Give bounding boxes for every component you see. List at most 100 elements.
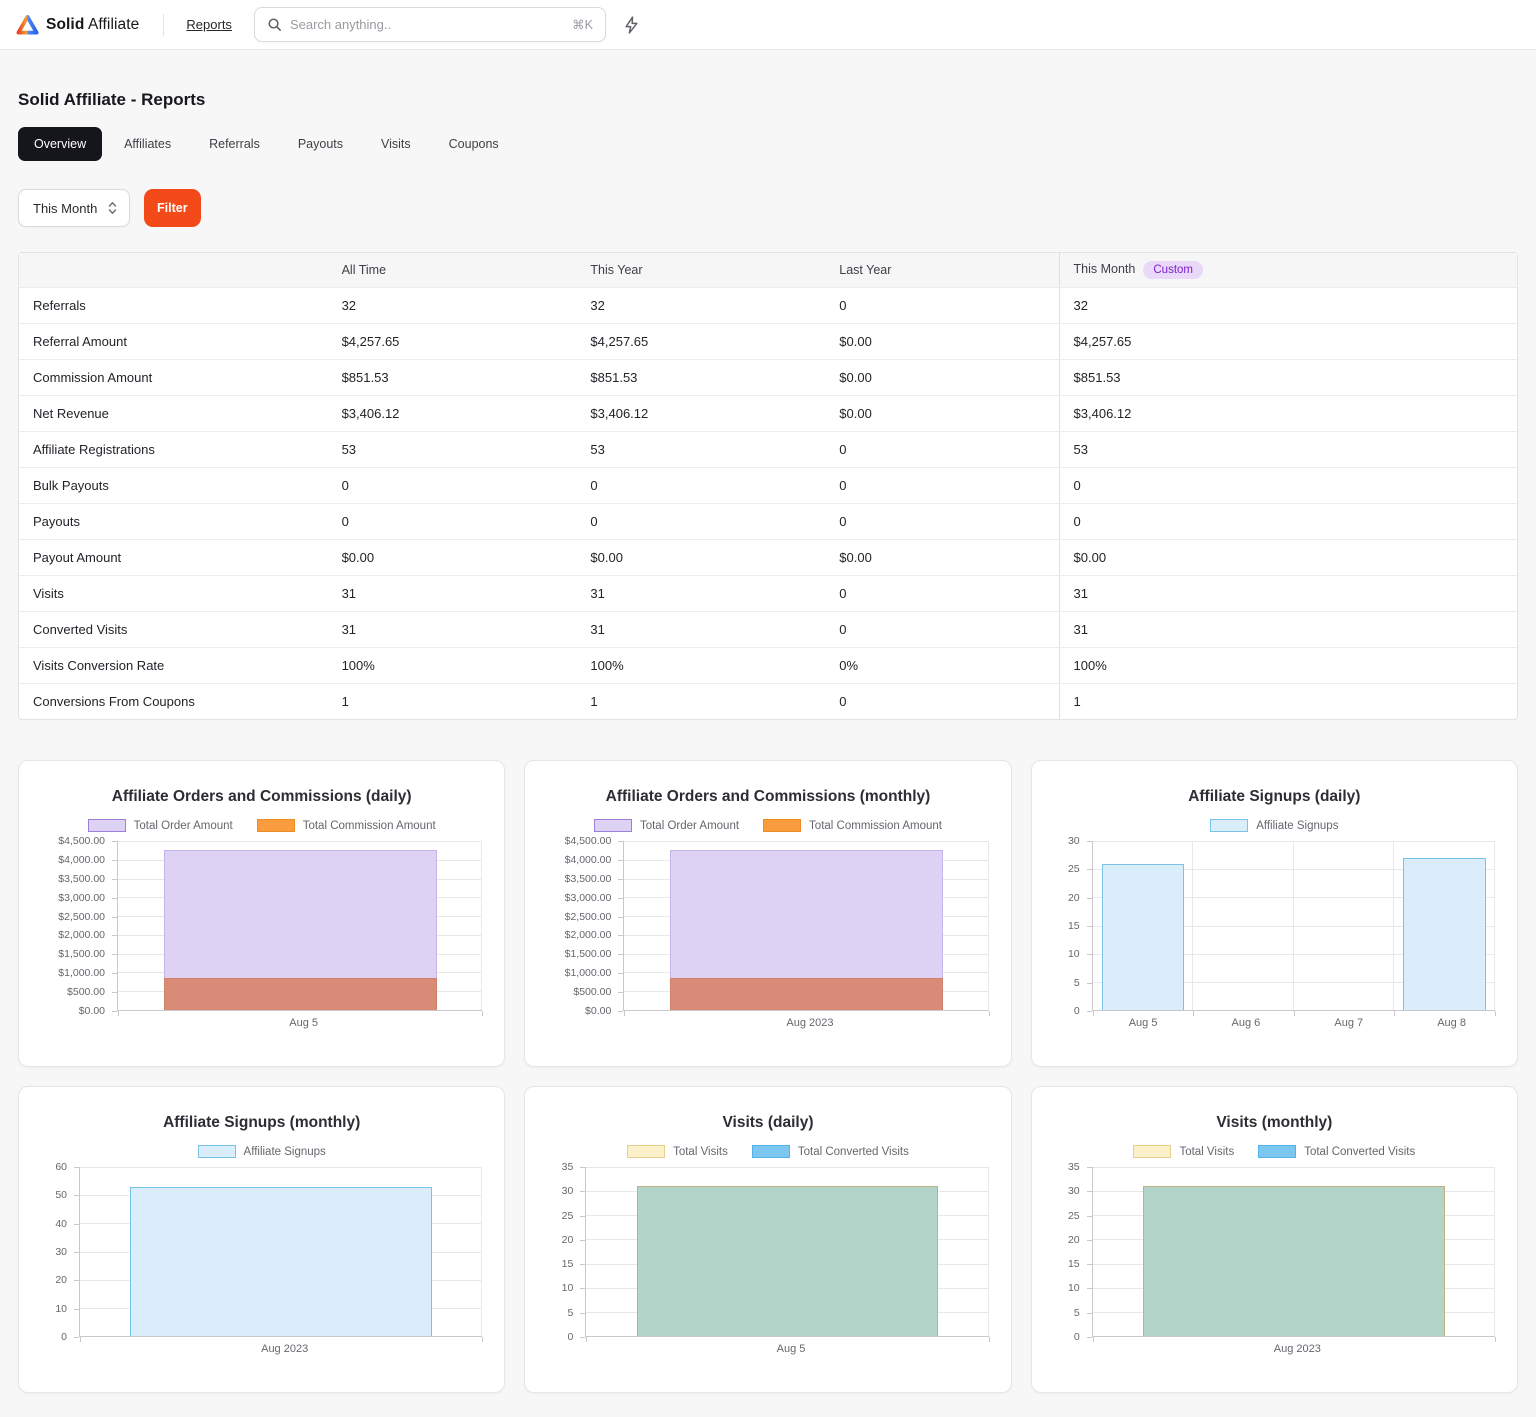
- y-tick-label: 40: [55, 1218, 67, 1230]
- gridline: [118, 841, 482, 842]
- tab-payouts[interactable]: Payouts: [282, 127, 359, 161]
- metric-value: 100%: [576, 648, 825, 684]
- legend-affiliate-signups[interactable]: Affiliate Signups: [198, 1145, 326, 1158]
- legend-swatch: [198, 1145, 236, 1158]
- page-title: Solid Affiliate - Reports: [18, 90, 1518, 110]
- column-header-all-time: All Time: [328, 253, 577, 288]
- gridline: [481, 1167, 482, 1336]
- tab-coupons[interactable]: Coupons: [433, 127, 515, 161]
- chart-legend: Affiliate Signups: [33, 1145, 490, 1158]
- gridline: [988, 1167, 989, 1336]
- y-tick-label: 15: [562, 1258, 574, 1270]
- filter-row: This Month Filter: [18, 189, 1518, 227]
- y-tick-label: 5: [1074, 1307, 1080, 1319]
- metric-value: $0.00: [825, 540, 1059, 576]
- top-navbar: Solid Affiliate Reports ⌘K: [0, 0, 1536, 50]
- legend-label: Total Commission Amount: [303, 820, 436, 832]
- bar-affiliate-signups: [130, 1187, 432, 1336]
- y-tick-label: $3,500.00: [565, 873, 612, 885]
- tab-affiliates[interactable]: Affiliates: [108, 127, 187, 161]
- lightning-bolt-icon[interactable]: [624, 16, 639, 34]
- metric-value: $3,406.12: [1059, 396, 1517, 432]
- metric-value: $4,257.65: [328, 324, 577, 360]
- bar-total-converted-visits: [637, 1186, 939, 1336]
- charts-grid: Affiliate Orders and Commissions (daily)…: [18, 760, 1518, 1393]
- metric-value: 0: [1059, 468, 1517, 504]
- x-axis: Aug 2023: [79, 1337, 490, 1363]
- table-row-commission-amount: Commission Amount$851.53$851.53$0.00$851…: [19, 360, 1517, 396]
- stats-table-head: All TimeThis YearLast YearThis MonthCust…: [19, 253, 1517, 288]
- table-row-conversions-from-coupons: Conversions From Coupons1101: [19, 684, 1517, 720]
- table-row-affiliate-registrations: Affiliate Registrations5353053: [19, 432, 1517, 468]
- metric-value: 0: [825, 576, 1059, 612]
- legend-swatch: [752, 1145, 790, 1158]
- gridline: [481, 841, 482, 1010]
- legend-affiliate-signups[interactable]: Affiliate Signups: [1210, 819, 1338, 832]
- brand[interactable]: Solid Affiliate: [16, 14, 139, 35]
- metric-label: Referrals: [19, 288, 328, 324]
- metric-value: 1: [1059, 684, 1517, 720]
- metric-value: 0: [825, 468, 1059, 504]
- chart-legend: Total Order Amount Total Commission Amoun…: [33, 819, 490, 832]
- metric-label: Conversions From Coupons: [19, 684, 328, 720]
- y-tick-label: 60: [55, 1161, 67, 1173]
- search-box[interactable]: ⌘K: [254, 7, 606, 42]
- legend-total-commission-amount[interactable]: Total Commission Amount: [257, 819, 436, 832]
- y-tick-label: 20: [562, 1234, 574, 1246]
- chart-title: Affiliate Signups (monthly): [33, 1114, 490, 1132]
- legend-swatch: [1258, 1145, 1296, 1158]
- legend-swatch: [763, 819, 801, 832]
- metric-value: $0.00: [1059, 540, 1517, 576]
- x-tick-label: Aug 7: [1334, 1017, 1363, 1029]
- legend-total-visits[interactable]: Total Visits: [627, 1145, 728, 1158]
- y-tick-label: 30: [55, 1246, 67, 1258]
- period-select[interactable]: This Month: [18, 189, 130, 227]
- metric-label: Visits Conversion Rate: [19, 648, 328, 684]
- bar-total-commission-amount: [164, 978, 437, 1010]
- metric-value: 0%: [825, 648, 1059, 684]
- search-input[interactable]: [290, 17, 572, 32]
- legend-total-converted-visits[interactable]: Total Converted Visits: [1258, 1145, 1415, 1158]
- metric-value: 53: [328, 432, 577, 468]
- metric-value: 32: [1059, 288, 1517, 324]
- gridline: [1192, 841, 1193, 1010]
- legend-label: Total Commission Amount: [809, 820, 942, 832]
- metric-value: 31: [1059, 612, 1517, 648]
- gridline: [1393, 841, 1394, 1010]
- y-tick-label: $4,500.00: [58, 835, 105, 847]
- metric-value: $3,406.12: [328, 396, 577, 432]
- metric-value: 0: [576, 468, 825, 504]
- x-axis: Aug 2023: [623, 1011, 996, 1037]
- metric-value: 31: [328, 612, 577, 648]
- legend-total-commission-amount[interactable]: Total Commission Amount: [763, 819, 942, 832]
- x-tick-label: Aug 5: [1129, 1017, 1158, 1029]
- legend-total-order-amount[interactable]: Total Order Amount: [594, 819, 739, 832]
- chart-title: Affiliate Orders and Commissions (monthl…: [539, 788, 996, 806]
- metric-value: $851.53: [1059, 360, 1517, 396]
- nav-link-reports[interactable]: Reports: [186, 17, 232, 32]
- filter-button[interactable]: Filter: [144, 189, 201, 227]
- tab-visits[interactable]: Visits: [365, 127, 427, 161]
- y-tick-label: $1,000.00: [58, 967, 105, 979]
- legend-total-converted-visits[interactable]: Total Converted Visits: [752, 1145, 909, 1158]
- search-shortcut: ⌘K: [572, 17, 593, 32]
- y-tick-label: 10: [1068, 1282, 1080, 1294]
- legend-label: Total Converted Visits: [1304, 1146, 1415, 1158]
- metric-value: 0: [825, 432, 1059, 468]
- legend-total-visits[interactable]: Total Visits: [1133, 1145, 1234, 1158]
- x-tick-label: Aug 2023: [786, 1017, 833, 1029]
- table-row-visits-conversion-rate: Visits Conversion Rate100%100%0%100%: [19, 648, 1517, 684]
- y-axis: 35302520151050: [539, 1167, 585, 1337]
- tab-overview[interactable]: Overview: [18, 127, 102, 161]
- bar-total-commission-amount: [670, 978, 943, 1010]
- y-tick-label: 0: [61, 1331, 67, 1343]
- x-axis: Aug 2023: [1092, 1337, 1503, 1363]
- table-row-referrals: Referrals3232032: [19, 288, 1517, 324]
- y-tick-label: 30: [1068, 1185, 1080, 1197]
- legend-total-order-amount[interactable]: Total Order Amount: [88, 819, 233, 832]
- stats-table: All TimeThis YearLast YearThis MonthCust…: [19, 253, 1517, 719]
- metric-value: 0: [328, 504, 577, 540]
- chart-visits-monthly: Visits (monthly) Total VisitsTotal Conve…: [1031, 1086, 1518, 1393]
- tab-referrals[interactable]: Referrals: [193, 127, 276, 161]
- stats-table-card: All TimeThis YearLast YearThis MonthCust…: [18, 252, 1518, 720]
